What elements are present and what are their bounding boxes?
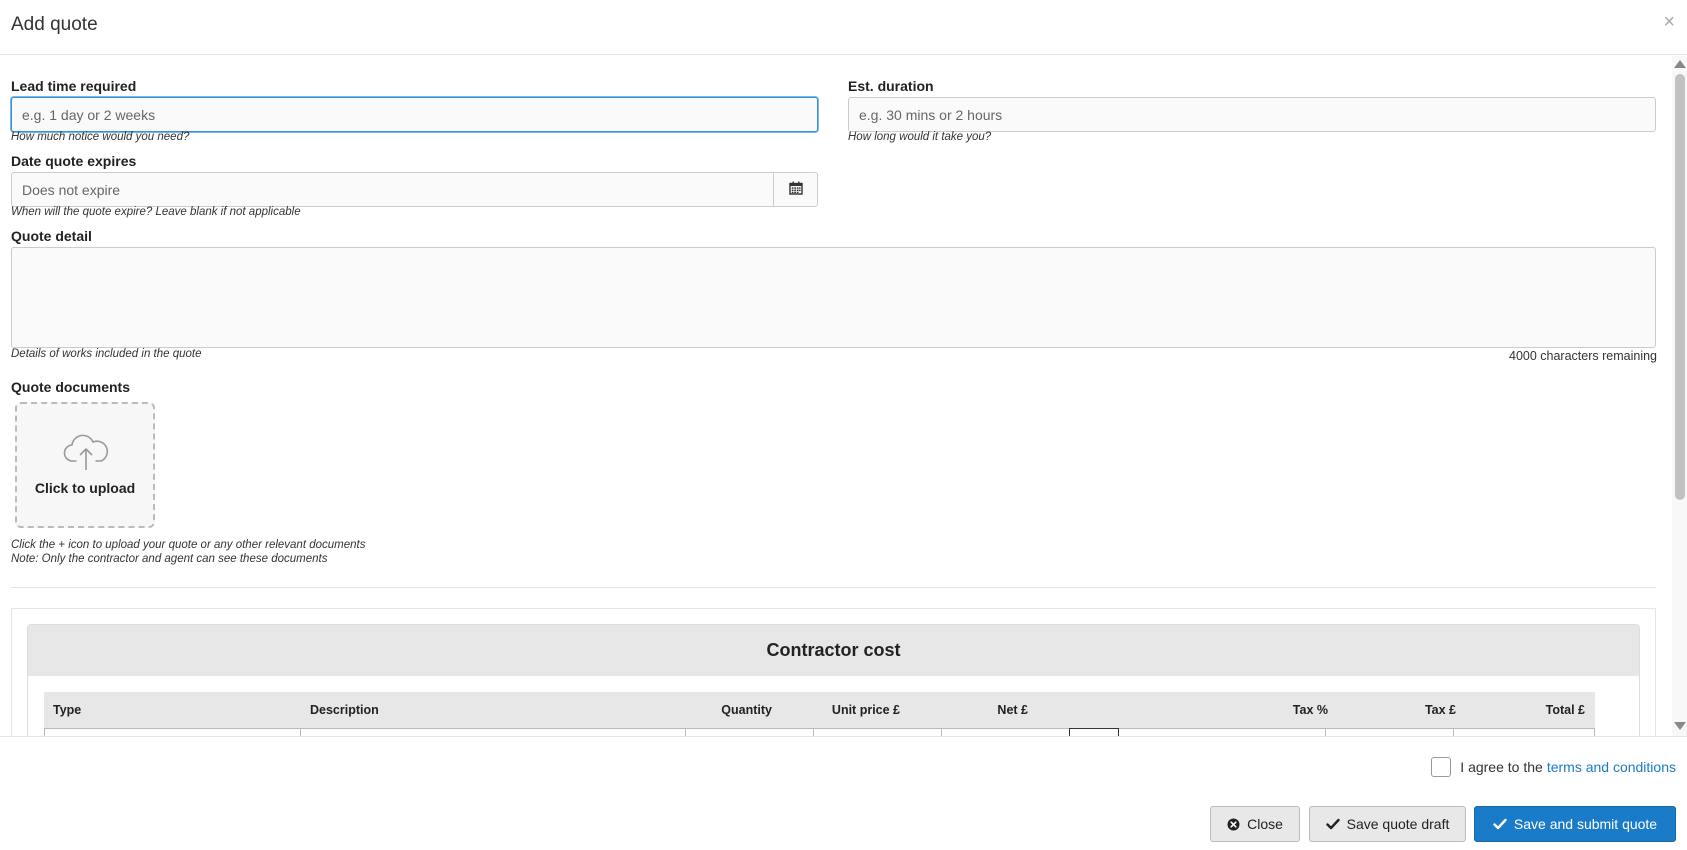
column-description: Description [310,703,379,717]
agree-text: I agree to the [1460,759,1543,775]
contractor-cost-panel: Contractor cost Type Description Quantit… [27,624,1640,736]
close-button[interactable]: Close [1210,806,1300,842]
save-submit-button[interactable]: Save and submit quote [1474,806,1676,842]
save-submit-label: Save and submit quote [1513,816,1658,832]
dialog-title: Add quote [11,14,98,35]
dialog-footer: I agree to the terms and conditions Clos… [0,736,1687,850]
upload-dropzone[interactable]: Click to upload [15,402,155,528]
date-expires-label: Date quote expires [11,153,137,169]
save-draft-label: Save quote draft [1346,816,1450,832]
quote-documents-label: Quote documents [11,379,131,395]
column-tax-amount: Tax £ [1424,703,1456,717]
check-icon [1493,818,1507,830]
documents-help-line1: Click the + icon to upload your quote or… [11,539,366,551]
characters-remaining: 4000 characters remaining [1509,349,1657,363]
upload-label: Click to upload [34,480,136,496]
agree-checkbox[interactable] [1431,757,1452,777]
lead-time-help: How much notice would you need? [11,131,190,143]
close-button-label: Close [1247,816,1283,832]
column-tax-percent: Tax % [1292,703,1328,717]
circle-x-icon [1227,818,1240,831]
dialog-body: Lead time required How much notice would… [0,56,1687,736]
lead-time-input[interactable] [11,97,818,132]
scroll-thumb[interactable] [1675,74,1685,500]
quote-detail-textarea[interactable] [11,247,1656,348]
est-duration-input[interactable] [848,97,1656,132]
date-expires-help: When will the quote expire? Leave blank … [11,206,301,218]
lead-time-label: Lead time required [11,78,137,94]
est-duration-label: Est. duration [848,78,934,94]
dialog-scrollbar[interactable] [1672,56,1687,736]
section-divider [11,587,1656,588]
date-expires-input[interactable] [11,172,774,207]
save-draft-button[interactable]: Save quote draft [1309,806,1466,842]
quote-detail-help: Details of works included in the quote [11,348,202,360]
column-quantity: Quantity [721,703,772,717]
tax-rate-select[interactable] [1069,728,1119,736]
est-duration-help: How long would it take you? [848,131,992,143]
close-icon[interactable]: × [1663,12,1675,32]
column-net: Net £ [997,703,1028,717]
terms-link[interactable]: terms and conditions [1547,759,1676,775]
quote-detail-label: Quote detail [11,228,92,244]
terms-agreement: I agree to the terms and conditions [1431,757,1676,777]
cloud-upload-icon [63,434,109,475]
calendar-button[interactable] [773,172,818,207]
scroll-down-icon[interactable] [1674,722,1686,730]
column-unit-price: Unit price £ [831,703,900,717]
column-type: Type [53,703,82,717]
documents-help-line2: Note: Only the contractor and agent can … [11,553,328,565]
scroll-up-icon[interactable] [1674,60,1686,68]
cost-table-row [44,728,1595,736]
check-icon [1325,818,1340,830]
cost-table-header: Type Description Quantity Unit price £ N… [44,692,1595,728]
calendar-icon [788,181,803,198]
column-total: Total £ [1545,703,1585,717]
contractor-cost-title: Contractor cost [28,625,1639,676]
dialog-header: Add quote × [0,0,1687,55]
date-expires-group [11,172,818,207]
